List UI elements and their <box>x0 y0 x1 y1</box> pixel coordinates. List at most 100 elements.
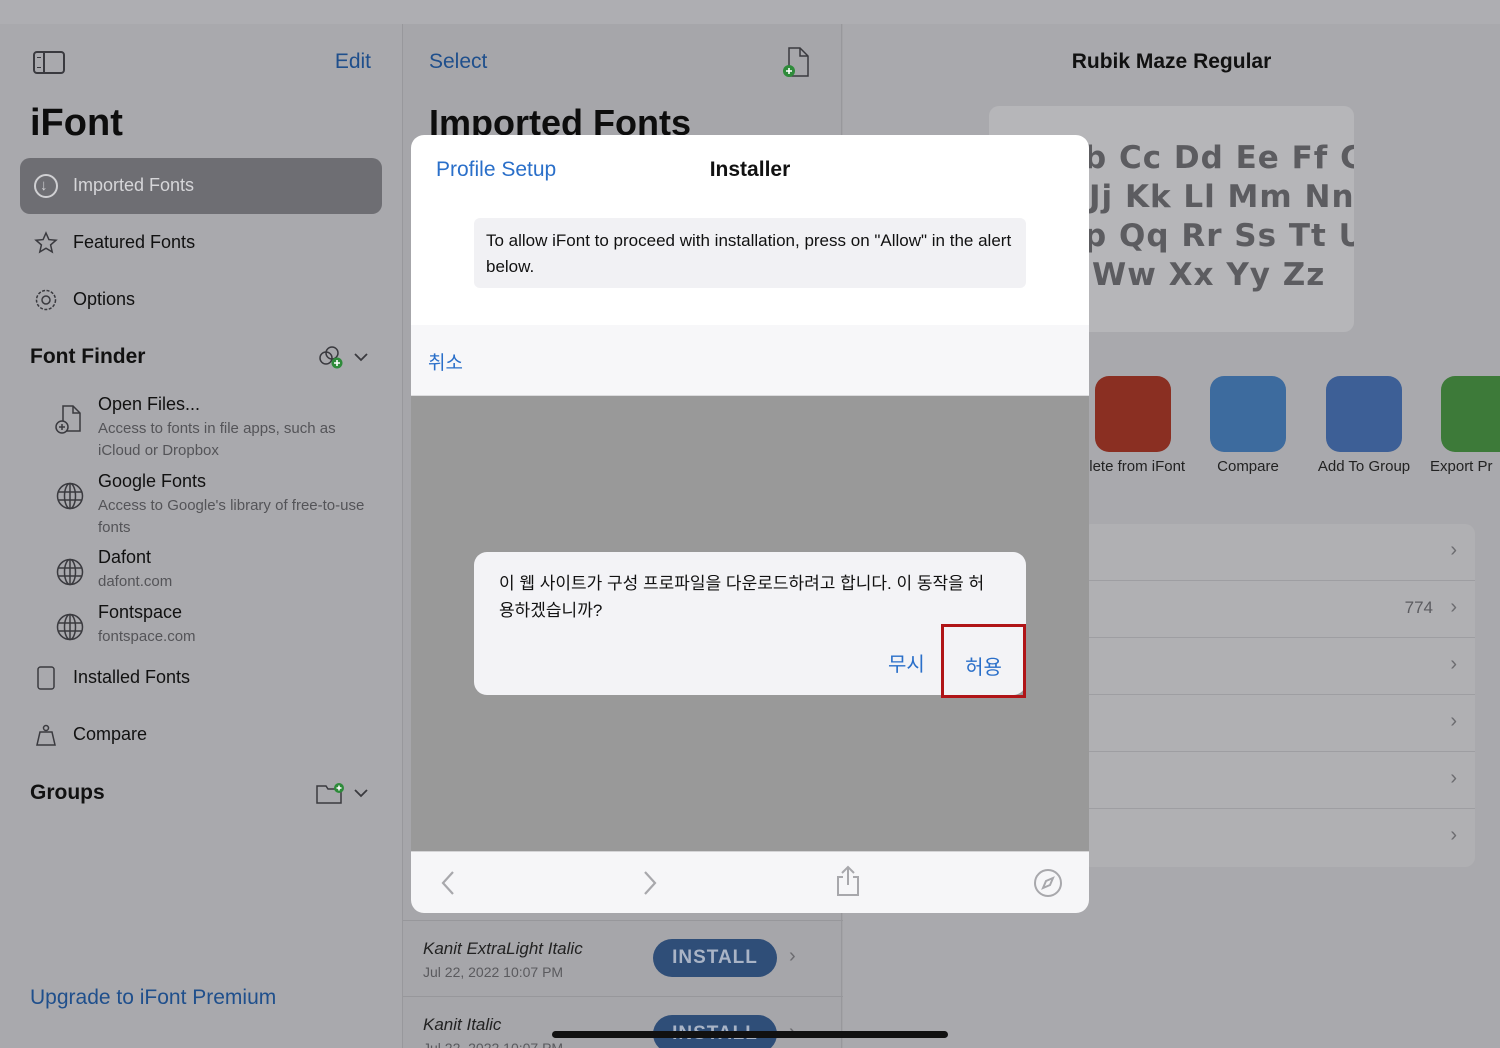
sidebar-toolbar: Edit <box>0 24 402 100</box>
finder-item-subtitle: dafont.com <box>98 573 173 590</box>
installer-header: Profile Setup Installer To allow iFont t… <box>411 135 1089 325</box>
font-date: Jul 22, 2022 10:07 PM <box>423 1040 564 1048</box>
info-row[interactable]: 774 › <box>1081 581 1475 638</box>
finder-item-subtitle: fontspace.com <box>98 628 196 645</box>
chevron-right-icon: › <box>1450 710 1457 732</box>
installer-modal: Profile Setup Installer To allow iFont t… <box>411 135 1089 913</box>
preview-line: b Cc Dd Ee Ff Gg <box>1084 140 1354 176</box>
groups-controls <box>316 780 372 806</box>
nav-item-compare[interactable]: Compare <box>20 707 382 763</box>
preview-line: p Qq Rr Ss Tt Uu <box>1084 218 1354 254</box>
font-finder-controls <box>316 344 372 370</box>
select-button[interactable]: Select <box>429 50 487 74</box>
nav-item-featured-fonts[interactable]: Featured Fonts <box>20 215 382 271</box>
sidebar-toggle-icon[interactable] <box>33 51 65 74</box>
allow-button[interactable]: 허용 <box>941 624 1026 698</box>
chevron-right-icon: › <box>789 945 796 967</box>
upgrade-premium-link[interactable]: Upgrade to iFont Premium <box>30 986 276 1010</box>
nav-item-imported-fonts[interactable]: Imported Fonts <box>20 158 382 214</box>
forward-arrow-icon[interactable] <box>641 868 659 898</box>
import-file-icon[interactable] <box>781 46 811 78</box>
finder-item-fontspace[interactable]: Fontspace fontspace.com <box>52 602 382 652</box>
installer-title: Installer <box>709 158 791 181</box>
font-name: Kanit Italic <box>423 1015 502 1034</box>
finder-item-subtitle: Access to Google's library of free-to-us… <box>98 497 365 536</box>
safari-toolbar <box>411 851 1089 913</box>
app-title: iFont <box>30 102 123 144</box>
ignore-button[interactable]: 무시 <box>888 648 925 677</box>
nav-item-options[interactable]: Options <box>20 272 382 328</box>
export-action[interactable]: Export Pr <box>1421 374 1500 484</box>
finder-item-title: Fontspace <box>98 602 183 622</box>
finder-item-title: Google Fonts <box>98 471 207 491</box>
edit-button[interactable]: Edit <box>335 50 371 74</box>
nav-item-label: Options <box>73 289 136 309</box>
font-row[interactable]: Kanit ExtraLight Italic Jul 22, 2022 10:… <box>403 920 843 996</box>
cancel-button[interactable]: 취소 <box>428 348 463 375</box>
chevron-down-icon[interactable] <box>354 351 368 363</box>
finder-item-dafont[interactable]: Dafont dafont.com <box>52 547 382 597</box>
chevron-right-icon: › <box>1450 824 1457 846</box>
nav-item-installed-fonts[interactable]: Installed Fonts <box>20 650 382 706</box>
trash-icon <box>1095 376 1171 452</box>
installer-instruction: To allow iFont to proceed with installat… <box>474 218 1026 288</box>
weight-icon <box>1210 376 1286 452</box>
action-label: Add To Group <box>1317 458 1411 475</box>
doc-add-icon <box>55 405 81 434</box>
add-folder-icon[interactable] <box>316 782 346 804</box>
nav-item-label: Compare <box>73 724 148 744</box>
info-row[interactable]: › <box>1081 638 1475 695</box>
compare-action[interactable]: Compare <box>1190 374 1306 484</box>
safari-view-nav-bar: 취소 <box>411 325 1089 396</box>
font-date: Jul 22, 2022 10:07 PM <box>423 964 564 980</box>
gear-icon <box>35 289 57 311</box>
preview-line: Ww Xx Yy Zz <box>1092 257 1326 293</box>
font-name: Kanit ExtraLight Italic <box>423 939 583 958</box>
nav-item-label: Installed Fonts <box>73 667 191 687</box>
globe-icon <box>56 558 84 586</box>
action-label: Export Pr <box>1430 458 1493 475</box>
info-row[interactable]: › <box>1081 752 1475 809</box>
preview-line: Jj Kk Ll Mm Nn <box>1089 179 1354 215</box>
download-circle-icon <box>34 174 58 198</box>
tablet-icon <box>37 666 55 690</box>
nav-item-label: Featured Fonts <box>73 232 196 252</box>
download-profile-alert: 이 웹 사이트가 구성 프로파일을 다운로드하려고 합니다. 이 동작을 허용하… <box>474 552 1026 698</box>
alert-message: 이 웹 사이트가 구성 프로파일을 다운로드하려고 합니다. 이 동작을 허용하… <box>499 574 985 620</box>
compass-icon[interactable] <box>1033 868 1063 898</box>
chevron-right-icon: › <box>1450 539 1457 561</box>
action-label: elete from iFont <box>1080 458 1186 475</box>
status-bar <box>0 0 1500 24</box>
finder-item-open-files[interactable]: Open Files... Access to fonts in file ap… <box>52 394 382 464</box>
globe-icon <box>56 613 84 641</box>
finder-item-subtitle: Access to fonts in file apps, such as iC… <box>98 420 336 459</box>
allow-button-label: 허용 <box>965 657 1002 679</box>
chevron-right-icon: › <box>1450 653 1457 675</box>
action-label: Compare <box>1217 458 1279 475</box>
font-row[interactable]: Kanit Italic Jul 22, 2022 10:07 PM INSTA… <box>403 996 843 1048</box>
info-row[interactable]: › <box>1081 695 1475 752</box>
delete-from-ifont-action[interactable]: elete from iFont <box>1075 374 1191 484</box>
nav-item-label: Imported Fonts <box>73 175 195 195</box>
home-indicator[interactable] <box>552 1031 948 1038</box>
finder-item-google-fonts[interactable]: Google Fonts Access to Google's library … <box>52 471 382 541</box>
chevron-right-icon: › <box>1450 596 1457 618</box>
install-button[interactable]: INSTALL <box>653 939 777 977</box>
finder-item-title: Dafont <box>98 547 152 567</box>
info-row[interactable]: › <box>1081 524 1475 581</box>
info-row[interactable]: › <box>1081 809 1475 866</box>
groups-heading: Groups <box>30 781 105 804</box>
font-finder-heading: Font Finder <box>30 345 146 368</box>
info-row-value: 774 <box>1404 598 1433 617</box>
globe-icon <box>56 482 84 510</box>
share-icon[interactable] <box>835 865 861 897</box>
weight-icon <box>36 724 56 746</box>
chevron-right-icon: › <box>1450 767 1457 789</box>
chevron-down-icon[interactable] <box>354 787 368 799</box>
back-arrow-icon[interactable] <box>439 868 457 898</box>
add-link-icon[interactable] <box>316 344 344 370</box>
add-to-group-action[interactable]: Add To Group <box>1306 374 1422 484</box>
export-doc-icon <box>1441 376 1500 452</box>
star-icon <box>34 231 58 254</box>
finder-item-title: Open Files... <box>98 394 201 414</box>
